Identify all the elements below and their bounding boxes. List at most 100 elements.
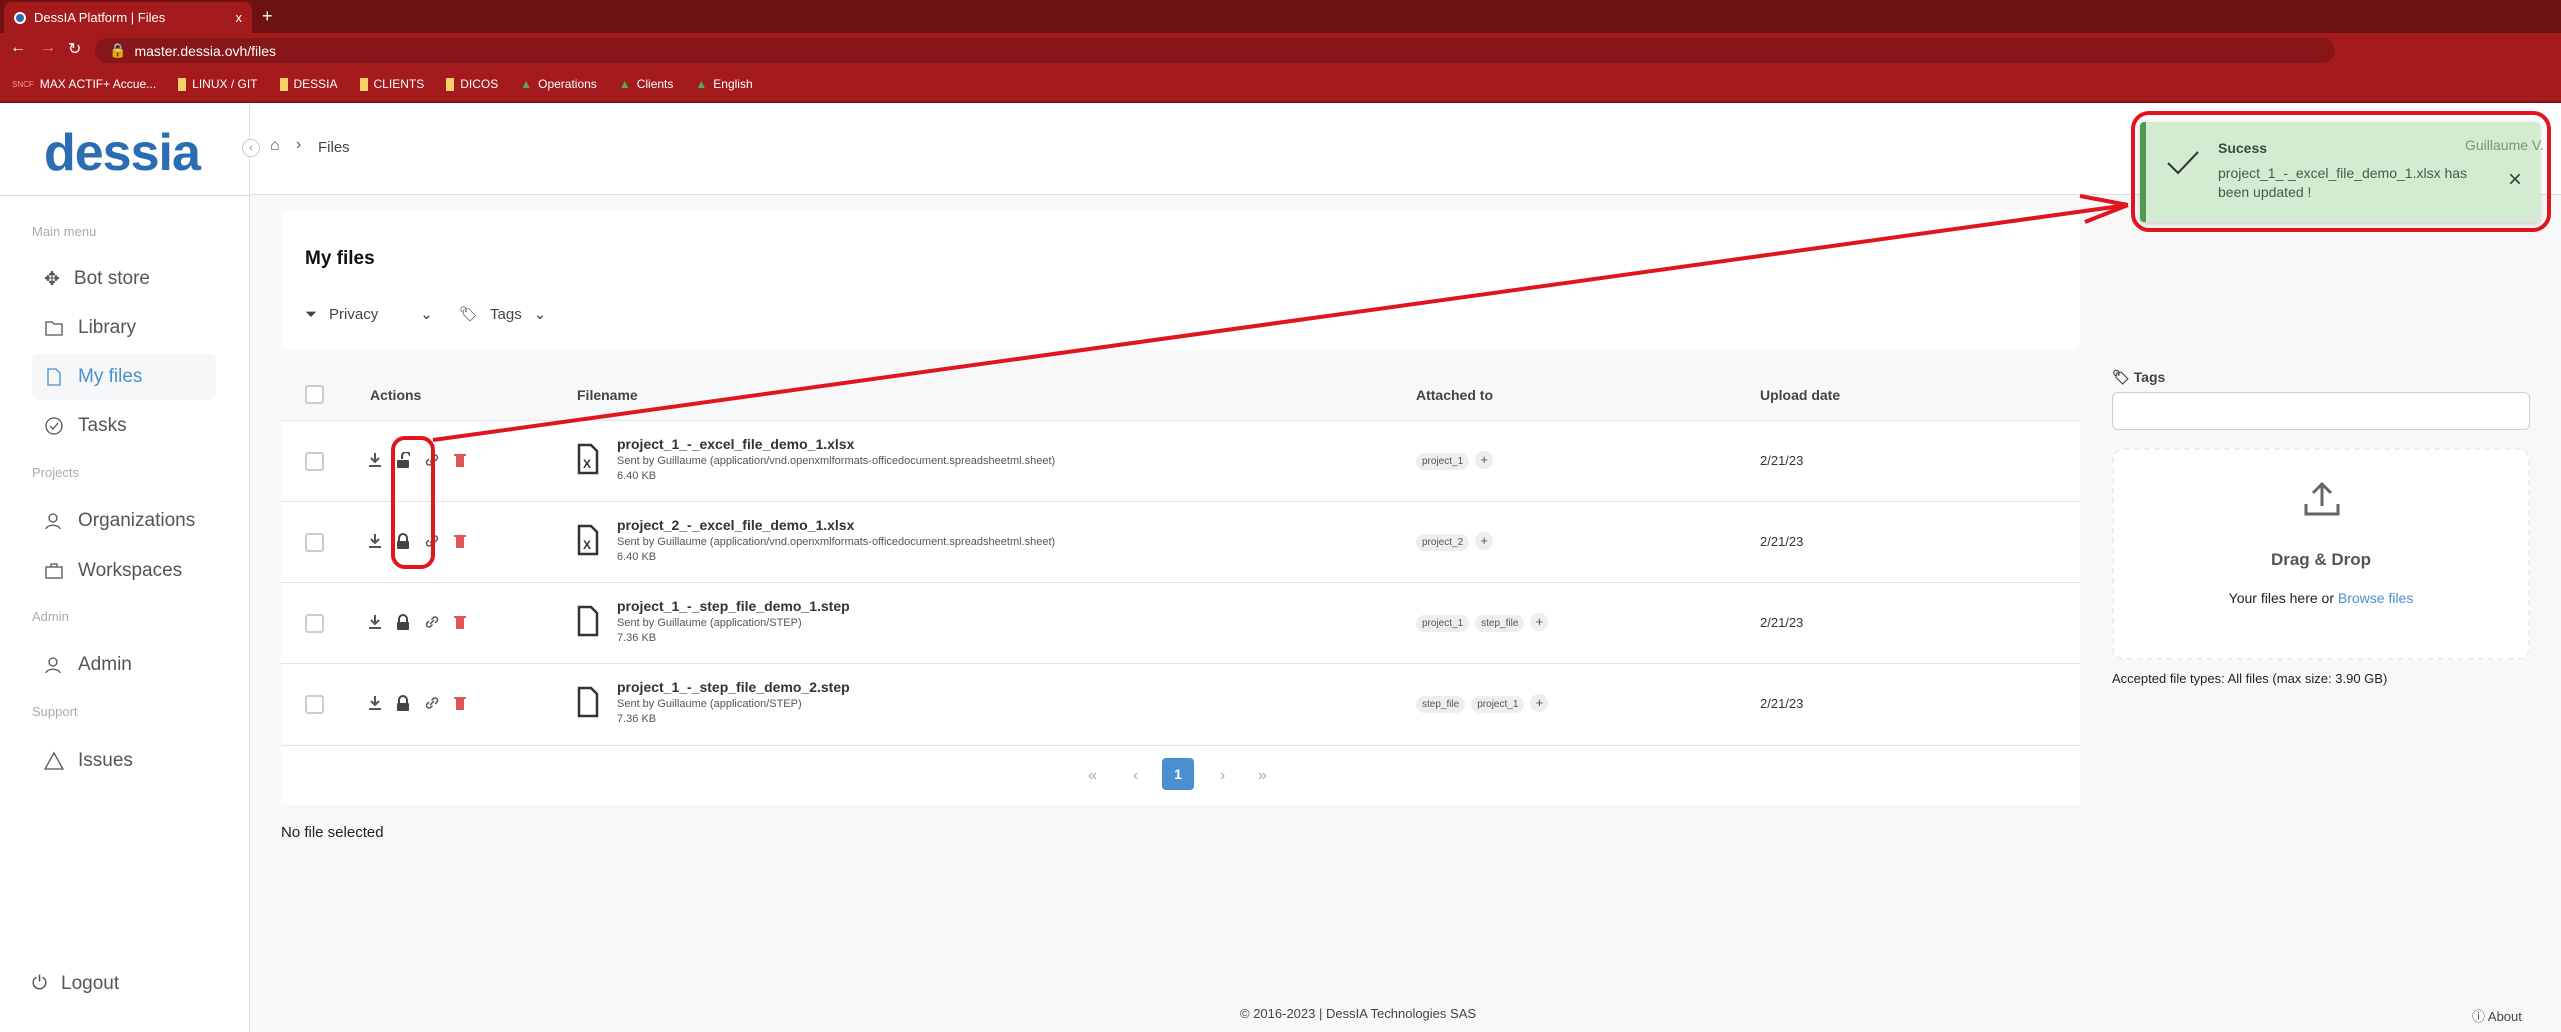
back-icon[interactable]: ← (10, 39, 26, 57)
toast-close-button[interactable]: × (2508, 166, 2522, 194)
user-name[interactable]: Guillaume V. (2465, 137, 2544, 153)
tags-label: 🏷 Tags (2112, 369, 2165, 386)
bookmark[interactable]: SNCF MAX ACTIF+ Accue... (12, 77, 156, 91)
tag-chip[interactable]: project_1 (1471, 696, 1525, 713)
file-name[interactable]: project_1_-_step_file_demo_2.step (617, 679, 850, 695)
download-icon[interactable] (368, 533, 382, 549)
row-checkbox[interactable] (305, 452, 324, 471)
tags-filter[interactable]: 🏷 Tags ⌄ (459, 305, 547, 324)
sidebar-item-issues[interactable]: Issues (32, 738, 216, 784)
tab-title: DessIA Platform | Files (34, 10, 166, 25)
logout-button[interactable]: ⏻ Logout (20, 961, 204, 1007)
unlock-icon[interactable] (396, 452, 410, 468)
first-page-button[interactable]: « (1088, 767, 1097, 785)
table-row[interactable]: X project_1_-_excel_file_demo_1.xlsx Sen… (281, 420, 2080, 501)
file-name[interactable]: project_2_-_excel_file_demo_1.xlsx (617, 517, 1055, 533)
last-page-button[interactable]: » (1258, 767, 1267, 785)
privacy-filter[interactable]: ⏷ Privacy ⌄ (305, 305, 433, 324)
tag-chip[interactable]: project_2 (1416, 534, 1470, 551)
bookmark[interactable]: DESSIA (279, 77, 338, 91)
tags-input[interactable] (2112, 392, 2530, 430)
url-input[interactable]: 🔒 master.dessia.ovh/files (95, 38, 2335, 63)
sidebar-item-tasks[interactable]: Tasks (32, 403, 216, 449)
sidebar-item-admin[interactable]: Admin (32, 642, 216, 688)
link-icon[interactable] (424, 452, 440, 468)
reload-icon[interactable]: ↻ (68, 39, 81, 59)
link-icon[interactable] (424, 533, 440, 549)
file-name[interactable]: project_1_-_excel_file_demo_1.xlsx (617, 436, 1055, 452)
tag-chip[interactable]: project_1 (1416, 615, 1470, 632)
sidebar-item-organizations[interactable]: Organizations (32, 498, 216, 544)
bookmarks-bar: SNCF MAX ACTIF+ Accue... LINUX / GIT DESS… (0, 67, 2561, 103)
forward-icon[interactable]: → (40, 39, 56, 57)
download-icon[interactable] (368, 614, 382, 630)
column-filename[interactable]: Filename (577, 387, 638, 403)
trash-icon[interactable] (454, 614, 466, 630)
row-checkbox[interactable] (305, 614, 324, 633)
bookmark[interactable]: LINUX / GIT (178, 77, 258, 91)
filter-card: My files ⏷ Privacy ⌄ 🏷 Tags ⌄ (281, 210, 2080, 350)
lock-icon[interactable] (396, 614, 410, 630)
file-icon (577, 605, 599, 637)
file-name[interactable]: project_1_-_step_file_demo_1.step (617, 598, 850, 614)
dropzone[interactable]: Drag & Drop Your files here or Browse fi… (2112, 448, 2530, 660)
download-icon[interactable] (368, 695, 382, 711)
page-1-button[interactable]: 1 (1162, 758, 1194, 790)
tag-chip[interactable]: project_1 (1416, 453, 1470, 470)
browse-files-link[interactable]: Browse files (2338, 590, 2413, 606)
trash-icon[interactable] (454, 695, 466, 711)
site-icon: SNCF (12, 79, 34, 89)
column-upload-date[interactable]: Upload date (1760, 387, 1840, 403)
url-text: master.dessia.ovh/files (134, 42, 277, 59)
bookmark[interactable]: CLIENTS (359, 77, 424, 91)
new-tab-button[interactable]: + (262, 6, 273, 27)
page-title: My files (305, 248, 375, 269)
lock-icon[interactable] (396, 695, 410, 711)
bookmark[interactable]: ▲ Operations (520, 77, 597, 91)
trash-icon[interactable] (454, 533, 466, 549)
select-all-checkbox[interactable] (305, 385, 324, 404)
upload-date: 2/21/23 (1760, 615, 1804, 630)
sidebar-item-workspaces[interactable]: Workspaces (32, 548, 216, 594)
tab-close-icon[interactable]: x (236, 10, 243, 25)
check-icon (2167, 151, 2199, 175)
home-icon[interactable]: ⌂ (270, 137, 280, 155)
table-row[interactable]: X project_2_-_excel_file_demo_1.xlsx Sen… (281, 501, 2080, 582)
row-checkbox[interactable] (305, 533, 324, 552)
filter-icon: ⏷ (305, 305, 318, 323)
tag-chip[interactable]: step_file (1475, 615, 1525, 632)
sidebar-item-library[interactable]: Library (32, 305, 216, 351)
row-checkbox[interactable] (305, 695, 324, 714)
chevron-down-icon: ⌄ (533, 306, 547, 323)
tag-chip[interactable]: step_file (1416, 696, 1466, 713)
folder-icon (178, 77, 187, 91)
tags-label: Tags (490, 305, 522, 323)
sidebar-item-bot-store[interactable]: ✥ Bot store (32, 256, 216, 302)
table-row[interactable]: project_1_-_step_file_demo_1.step Sent b… (281, 582, 2080, 663)
link-icon[interactable] (424, 614, 440, 630)
next-page-button[interactable]: › (1220, 767, 1225, 785)
bookmark[interactable]: ▲ English (695, 77, 752, 91)
file-sender: Sent by Guillaume (application/STEP) (617, 617, 802, 629)
table-row[interactable]: project_1_-_step_file_demo_2.step Sent b… (281, 663, 2080, 744)
link-icon[interactable] (424, 695, 440, 711)
add-tag-button[interactable]: + (1530, 694, 1549, 712)
bookmark[interactable]: ▲ Clients (619, 77, 674, 91)
add-tag-button[interactable]: + (1475, 532, 1494, 550)
about-link[interactable]: ⓘ About (2472, 1006, 2522, 1025)
add-tag-button[interactable]: + (1475, 451, 1494, 469)
lock-icon[interactable] (396, 533, 410, 549)
warning-icon (44, 751, 64, 770)
browser-tab[interactable]: DessIA Platform | Files x (4, 2, 252, 33)
file-size: 6.40 KB (617, 551, 657, 563)
prev-page-button[interactable]: ‹ (1133, 767, 1138, 785)
sidebar: dessia Main menu ✥ Bot store Library My f… (0, 103, 250, 1032)
collapse-sidebar-button[interactable]: ‹ (242, 139, 260, 157)
sidebar-item-my-files[interactable]: My files (32, 354, 216, 400)
column-actions: Actions (370, 387, 422, 403)
download-icon[interactable] (368, 452, 382, 468)
bookmark[interactable]: DICOS (446, 77, 498, 91)
trash-icon[interactable] (454, 452, 466, 468)
nav-label: Organizations (78, 510, 196, 531)
add-tag-button[interactable]: + (1530, 613, 1549, 631)
